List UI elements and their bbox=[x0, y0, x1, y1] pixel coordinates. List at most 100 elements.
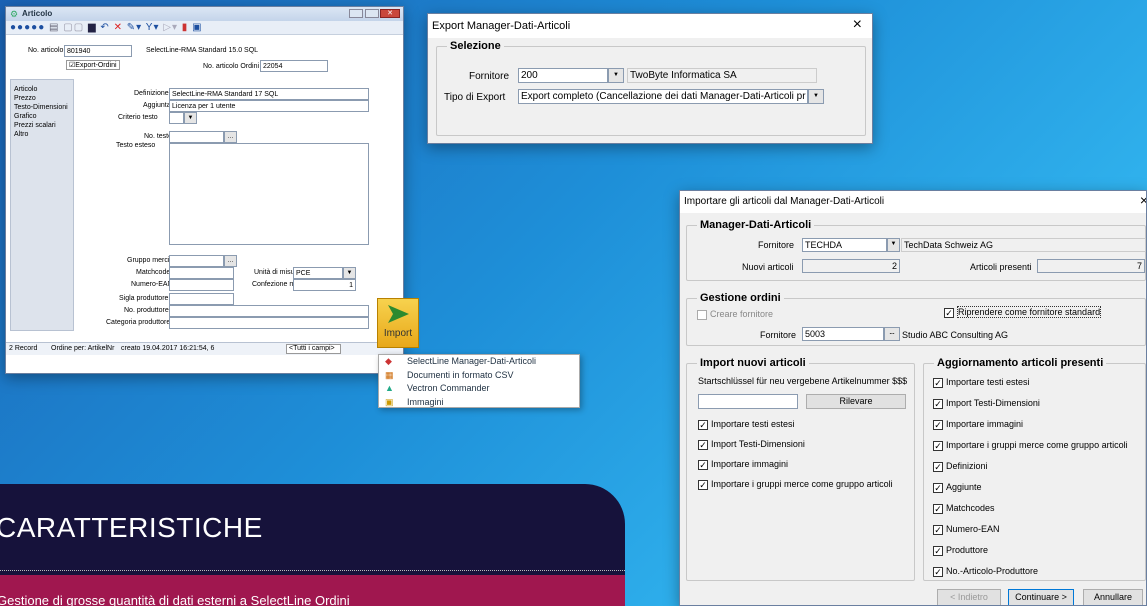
left-check-immagini[interactable]: ✓ Importare immagini bbox=[698, 459, 788, 470]
startschluessel-field[interactable] bbox=[698, 394, 798, 409]
menu-item-csv[interactable]: ▦ Documenti in formato CSV bbox=[379, 369, 579, 383]
app-icon: ⚙ bbox=[10, 9, 19, 19]
fornitore2-field[interactable]: 5003 bbox=[802, 327, 884, 341]
nav-item-prezzi-scalari[interactable]: Prezzi scalari bbox=[14, 121, 70, 130]
right-check-no-articolo[interactable]: ✓ No.-Articolo-Produttore bbox=[933, 566, 1038, 577]
new-icon[interactable]: ▢▢ bbox=[63, 22, 84, 33]
confezione-field[interactable]: 1 bbox=[293, 279, 356, 291]
categoria-field[interactable] bbox=[169, 317, 369, 329]
no-ordini-field[interactable]: 22054 bbox=[260, 60, 328, 72]
numero-ean-field[interactable] bbox=[169, 279, 234, 291]
no-testo-browse[interactable]: … bbox=[224, 131, 237, 143]
tipo-export-field[interactable]: Export completo (Cancellazione dei dati … bbox=[518, 89, 808, 104]
save-icon[interactable]: ▆ bbox=[88, 22, 97, 33]
list-icon[interactable]: ▤ bbox=[49, 22, 59, 33]
right-check-aggiunte[interactable]: ✓ Aggiunte bbox=[933, 482, 982, 493]
no-articolo-field[interactable]: 801940 bbox=[64, 45, 132, 57]
creare-fornitore-checkbox[interactable]: Creare fornitore bbox=[697, 309, 773, 320]
criterio-field[interactable] bbox=[169, 112, 184, 124]
right-check-dimensioni-box: ✓ bbox=[933, 398, 943, 409]
export-close-button[interactable]: × bbox=[853, 16, 862, 34]
menu-item-vectron[interactable]: ▲ Vectron Commander bbox=[379, 382, 579, 396]
search-record-icon[interactable]: ● bbox=[38, 22, 45, 33]
numero-ean-label: Numero-EAN bbox=[131, 281, 173, 288]
testo-esteso-area[interactable] bbox=[169, 143, 369, 245]
criterio-label: Criterio testo bbox=[118, 114, 158, 121]
right-check-produttore[interactable]: ✓ Produttore bbox=[933, 545, 988, 556]
left-check-gruppi[interactable]: ✓ Importare i gruppi merce come gruppo ar… bbox=[698, 479, 893, 490]
left-check-testi-label: Importare testi estesi bbox=[711, 419, 795, 429]
nav-item-prezzo[interactable]: Prezzo bbox=[14, 94, 70, 103]
product-name: SelectLine-RMA Standard 15.0 SQL bbox=[146, 47, 259, 54]
no-testo-field[interactable] bbox=[169, 131, 224, 143]
no-produttore-field[interactable] bbox=[169, 305, 369, 317]
definizione-field[interactable]: SelectLine-RMA Standard 17 SQL bbox=[169, 88, 369, 100]
right-check-ean[interactable]: ✓ Numero-EAN bbox=[933, 524, 1000, 535]
left-check-testi-box: ✓ bbox=[698, 419, 708, 430]
continuare-button[interactable]: Continuare > bbox=[1008, 589, 1074, 605]
gruppo-merci-label: Gruppo merci bbox=[127, 257, 170, 264]
close-button[interactable]: ✕ bbox=[380, 9, 400, 18]
no-ordini-label: No. articolo Ordini bbox=[203, 63, 260, 70]
nav-item-altro[interactable]: Altro bbox=[14, 130, 70, 139]
right-check-matchcodes[interactable]: ✓ Matchcodes bbox=[933, 503, 995, 514]
export-fornitore-dropdown[interactable]: ▼ bbox=[608, 68, 624, 83]
nav-item-testo-dimensioni[interactable]: Testo-Dimensioni bbox=[14, 103, 70, 112]
right-check-dimensioni[interactable]: ✓ Import Testi-Dimensioni bbox=[933, 398, 1040, 409]
right-check-immagini[interactable]: ✓ Importare immagini bbox=[933, 419, 1023, 430]
left-check-dimensioni-box: ✓ bbox=[698, 439, 708, 450]
fornitore2-browse[interactable]: ... bbox=[884, 327, 900, 341]
delete-icon[interactable]: ✕ bbox=[114, 22, 123, 33]
export-title: Export Manager-Dati-Articoli bbox=[432, 20, 571, 32]
export-ordini-checkbox[interactable]: ☑Export-Ordini bbox=[66, 60, 120, 70]
export-fornitore-field[interactable]: 200 bbox=[518, 68, 608, 83]
creare-check bbox=[697, 309, 707, 320]
maximize-button[interactable] bbox=[365, 9, 379, 18]
tipo-export-dropdown[interactable]: ▼ bbox=[808, 89, 824, 104]
settings-icon[interactable]: ▣ bbox=[192, 22, 202, 33]
criterio-dropdown[interactable]: ▼ bbox=[184, 112, 197, 124]
import-button[interactable]: Import bbox=[377, 298, 419, 348]
nav-item-articolo[interactable]: Articolo bbox=[14, 85, 70, 94]
print-icon[interactable]: ✎▾ bbox=[127, 22, 142, 33]
undo-icon[interactable]: ↶ bbox=[100, 22, 109, 33]
menu-item-immagini[interactable]: ▣ Immagini bbox=[379, 396, 579, 410]
aggiunta-field[interactable]: Licenza per 1 utente bbox=[169, 100, 369, 112]
right-check-testi[interactable]: ✓ Importare testi estesi bbox=[933, 377, 1030, 388]
import-fornitore-dropdown[interactable]: ▼ bbox=[887, 238, 900, 252]
export-icon[interactable]: ▮ bbox=[182, 22, 189, 33]
menu-item-selectline[interactable]: ◆ SelectLine Manager-Dati-Articoli bbox=[379, 355, 579, 369]
right-check-gruppi[interactable]: ✓ Importare i gruppi merce come gruppo ar… bbox=[933, 440, 1128, 451]
filter-select[interactable]: <Tutti i campi> bbox=[286, 344, 341, 354]
manager-group-title: Manager-Dati-Articoli bbox=[697, 219, 815, 231]
indietro-button[interactable]: < Indietro bbox=[937, 589, 1001, 605]
import-close-button[interactable]: × bbox=[1140, 192, 1146, 208]
unita-field[interactable]: PCE bbox=[293, 267, 343, 279]
rilevare-button[interactable]: Rilevare bbox=[806, 394, 906, 409]
left-check-testi[interactable]: ✓ Importare testi estesi bbox=[698, 419, 795, 430]
gruppo-merci-browse[interactable]: … bbox=[224, 255, 237, 267]
right-check-testi-label: Importare testi estesi bbox=[946, 377, 1030, 387]
nav-item-grafico[interactable]: Grafico bbox=[14, 112, 70, 121]
gruppo-merci-field[interactable] bbox=[169, 255, 224, 267]
export-dialog: Export Manager-Dati-Articoli × Selezione… bbox=[427, 13, 873, 144]
menu-item-csv-label: Documenti in formato CSV bbox=[407, 369, 514, 380]
no-produttore-label: No. produttore bbox=[124, 307, 169, 314]
import-fornitore-field[interactable]: TECHDA bbox=[802, 238, 887, 252]
right-check-definizioni[interactable]: ✓ Definizioni bbox=[933, 461, 988, 472]
filter-icon[interactable]: Y▾ bbox=[146, 22, 160, 33]
banner-heading: CARATTERISTICHE bbox=[0, 512, 263, 543]
unita-dropdown[interactable]: ▼ bbox=[343, 267, 356, 279]
ordini-group-title: Gestione ordini bbox=[697, 292, 784, 304]
matchcode-field[interactable] bbox=[169, 267, 234, 279]
right-check-produttore-label: Produttore bbox=[946, 545, 989, 555]
annullare-button[interactable]: Annullare bbox=[1083, 589, 1143, 605]
left-check-dimensioni[interactable]: ✓ Import Testi-Dimensioni bbox=[698, 439, 805, 450]
sigla-field[interactable] bbox=[169, 293, 234, 305]
minimize-button[interactable] bbox=[349, 9, 363, 18]
fornitore2-name: Studio ABC Consulting AG bbox=[902, 330, 1009, 340]
right-check-no-articolo-box: ✓ bbox=[933, 566, 943, 577]
play-icon[interactable]: ▷▾ bbox=[163, 22, 178, 33]
first-record-icon[interactable]: ● bbox=[10, 22, 17, 33]
riprendere-checkbox[interactable]: ✓ Riprendere come fornitore standard bbox=[944, 306, 1102, 318]
